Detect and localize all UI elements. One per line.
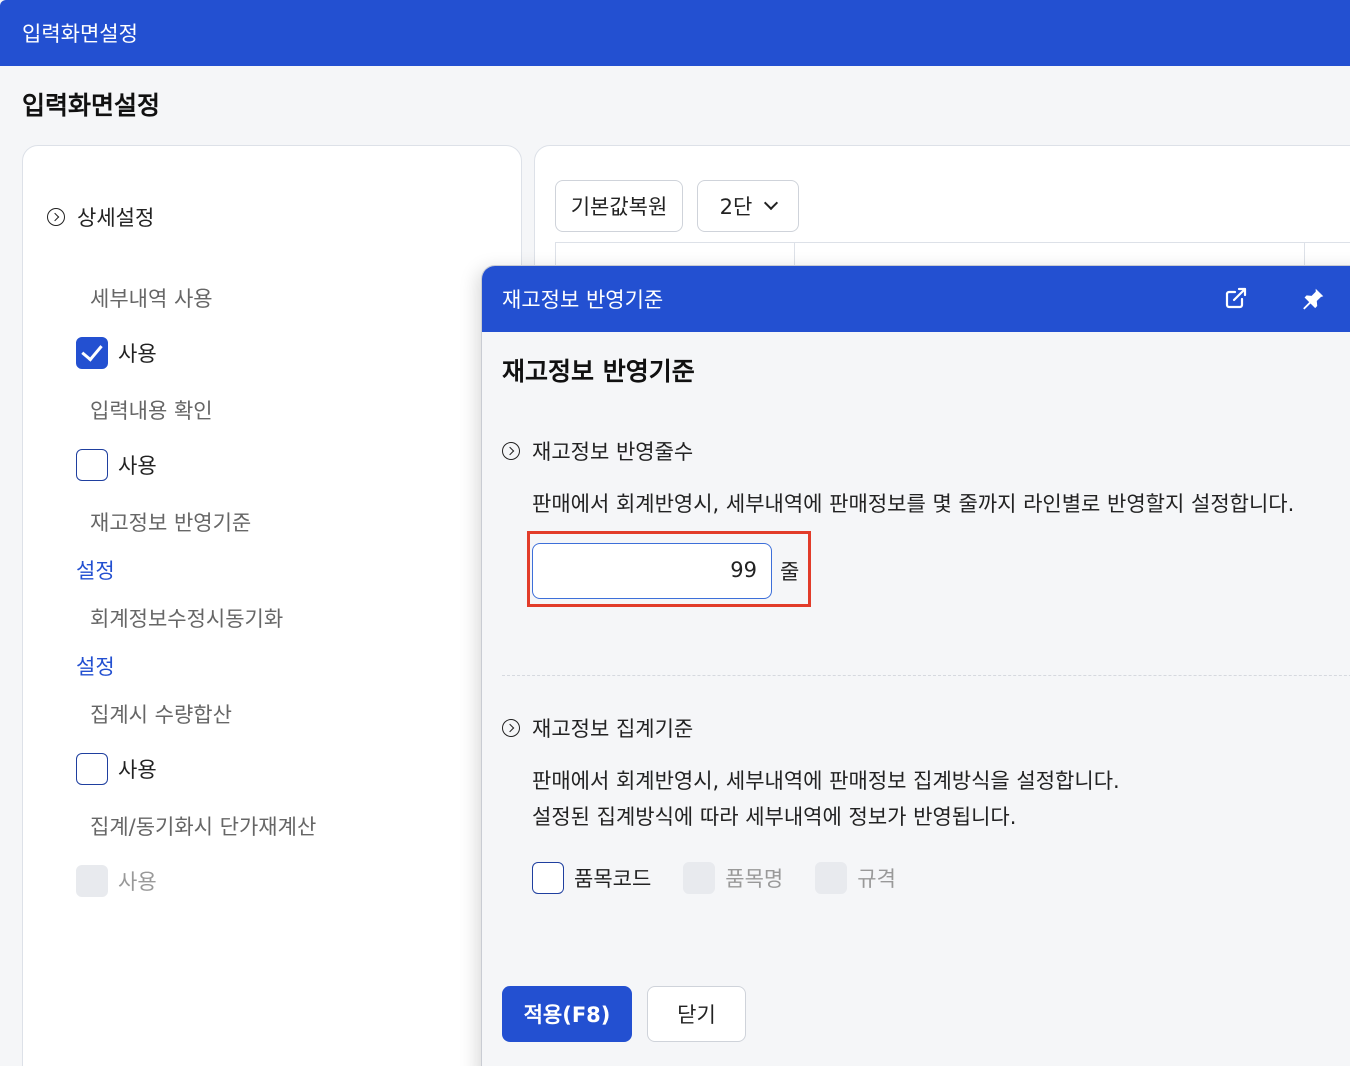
stock-criteria-dialog: 재고정보 반영기준 재고정보 반영기준 재고정보 반영줄수 판매에서 회계반영시…	[481, 265, 1350, 1066]
link-accounting-sync-settings[interactable]: 설정	[76, 651, 115, 681]
checkbox-icon[interactable]	[76, 449, 108, 481]
pin-icon[interactable]	[1300, 286, 1326, 312]
section-divider	[502, 675, 1350, 676]
chevron-down-icon	[764, 195, 779, 211]
line-count-input[interactable]: 99	[532, 543, 772, 599]
option-item-name: 품목명	[683, 862, 783, 894]
label-unit-price-recalc: 집계/동기화시 단가재계산	[90, 815, 317, 839]
apply-button[interactable]: 적용(F8)	[502, 986, 632, 1042]
checkbox-checked-icon[interactable]	[76, 337, 108, 369]
label-accounting-sync: 회계정보수정시동기화	[90, 607, 284, 631]
chevron-circle-icon	[47, 208, 65, 226]
close-button[interactable]: 닫기	[647, 986, 746, 1042]
option-spec: 규격	[815, 862, 896, 894]
checkbox-icon[interactable]	[76, 753, 108, 785]
section-aggregation-header: 재고정보 집계기준	[502, 713, 693, 743]
columns-select[interactable]: 2단	[697, 180, 799, 232]
checkbox-disabled-icon	[76, 865, 108, 897]
section-aggregation-title: 재고정보 집계기준	[532, 717, 694, 741]
layout-grid	[555, 242, 1350, 267]
columns-select-value: 2단	[719, 195, 753, 219]
dialog-header: 재고정보 반영기준	[482, 266, 1350, 332]
option-label: 품목코드	[574, 867, 652, 891]
grid-divider	[1304, 243, 1305, 267]
section-line-count-title: 재고정보 반영줄수	[532, 440, 694, 464]
checkbox-label: 사용	[118, 454, 157, 478]
page-title: 입력화면설정	[22, 91, 161, 120]
label-stock-criteria: 재고정보 반영기준	[90, 511, 252, 535]
dialog-header-title: 재고정보 반영기준	[502, 288, 664, 312]
chevron-circle-icon	[502, 719, 520, 737]
line-count-unit: 줄	[780, 560, 800, 584]
checkbox-detail-use[interactable]: 사용	[76, 337, 157, 369]
checkbox-disabled-icon	[815, 862, 848, 894]
aggregation-options: 품목코드 품목명 규격	[532, 862, 896, 894]
checkbox-sum-quantity[interactable]: 사용	[76, 753, 157, 785]
checkbox-disabled-icon	[683, 862, 716, 894]
restore-default-button[interactable]: 기본값복원	[555, 180, 683, 232]
section-aggregation-description-2: 설정된 집계방식에 따라 세부내역에 정보가 반영됩니다.	[532, 805, 1017, 829]
checkbox-label: 사용	[118, 870, 157, 894]
link-stock-criteria-settings[interactable]: 설정	[76, 555, 115, 585]
checkbox-label: 사용	[118, 342, 157, 366]
section-aggregation-description-1: 판매에서 회계반영시, 세부내역에 판매정보 집계방식을 설정합니다.	[532, 769, 1120, 793]
checkbox-label: 사용	[118, 758, 157, 782]
label-input-confirm: 입력내용 확인	[90, 399, 213, 423]
external-link-icon[interactable]	[1224, 286, 1248, 310]
detail-settings-title: 상세설정	[77, 206, 155, 230]
window-title: 입력화면설정	[22, 22, 138, 46]
label-detail-use: 세부내역 사용	[90, 287, 213, 311]
section-line-count-header: 재고정보 반영줄수	[502, 436, 693, 466]
dialog-title: 재고정보 반영기준	[502, 357, 695, 386]
checkbox-unit-price-recalc: 사용	[76, 865, 157, 897]
option-item-code[interactable]: 품목코드	[532, 862, 651, 894]
option-label: 품목명	[725, 867, 784, 891]
detail-settings-panel: 상세설정 세부내역 사용 사용 입력내용 확인 사용 재고정보 반영기준 설정 …	[22, 145, 522, 1066]
label-sum-quantity: 집계시 수량합산	[90, 703, 232, 727]
checkbox-input-confirm[interactable]: 사용	[76, 449, 157, 481]
detail-settings-header[interactable]: 상세설정	[47, 202, 154, 232]
window-titlebar: 입력화면설정	[0, 0, 1350, 66]
grid-divider	[794, 243, 795, 267]
option-label: 규격	[857, 867, 896, 891]
section-line-count-description: 판매에서 회계반영시, 세부내역에 판매정보를 몇 줄까지 라인별로 반영할지 …	[532, 492, 1295, 516]
checkbox-icon[interactable]	[532, 862, 564, 894]
chevron-circle-icon	[502, 442, 520, 460]
